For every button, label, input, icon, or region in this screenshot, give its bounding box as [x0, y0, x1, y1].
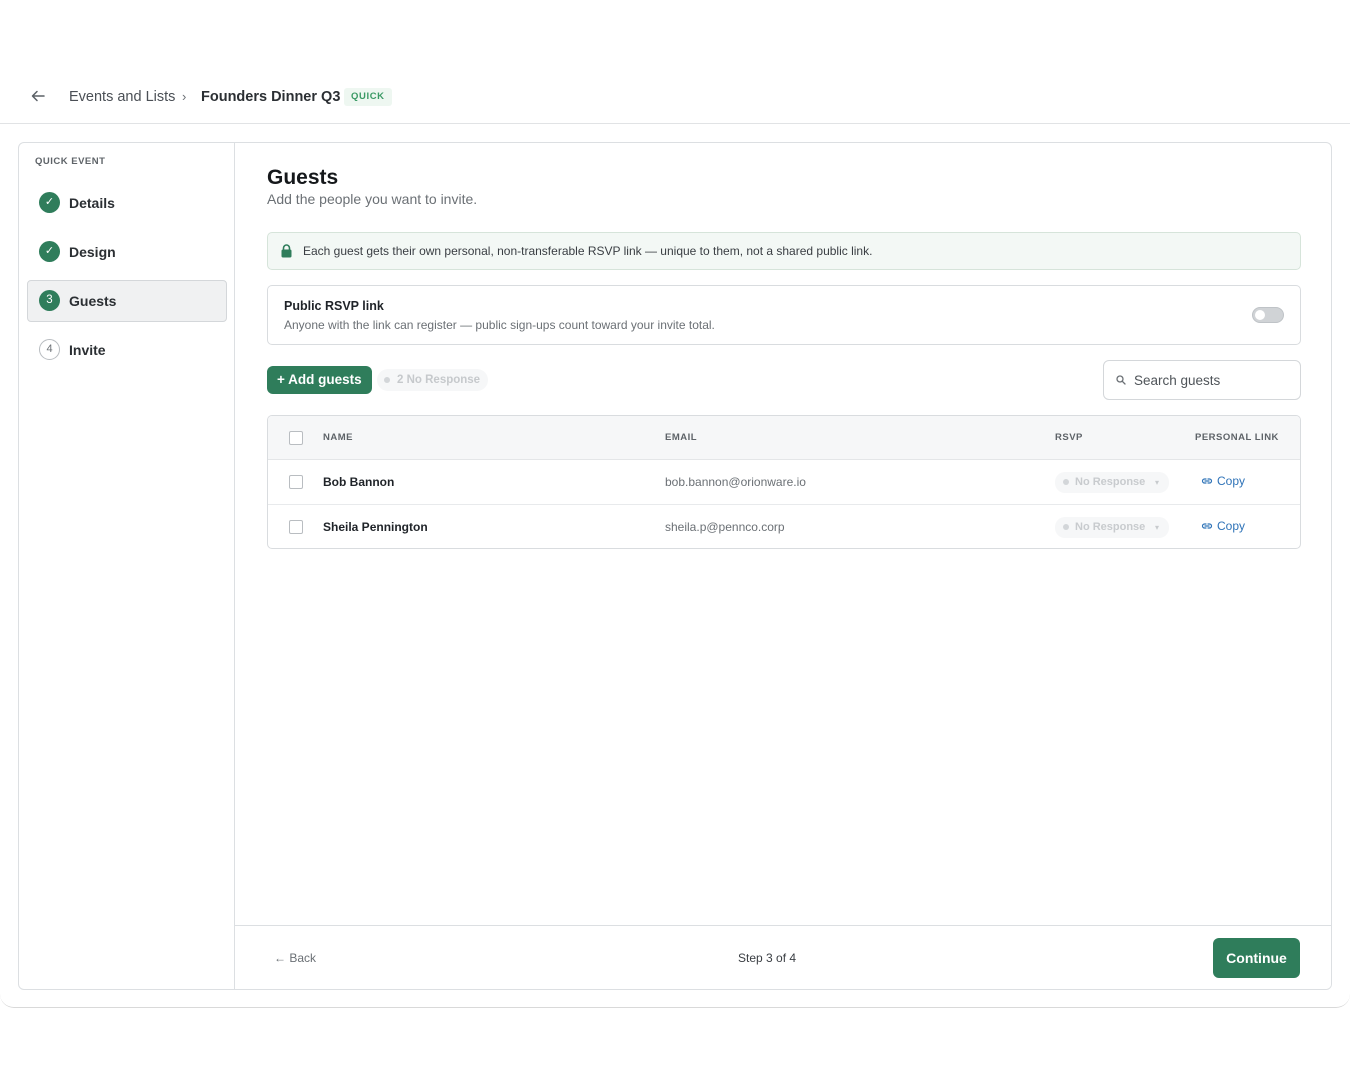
rsvp-status-dropdown[interactable]: No Response ▾: [1055, 517, 1169, 538]
status-dot-icon: [1063, 479, 1069, 485]
continue-button[interactable]: Continue: [1213, 938, 1300, 978]
public-rsvp-setting: Public RSVP link Anyone with the link ca…: [267, 285, 1301, 345]
check-icon: ✓: [39, 192, 60, 213]
toggle-knob: [1255, 310, 1265, 320]
search-input[interactable]: [1134, 370, 1294, 390]
step-label: Invite: [69, 342, 106, 358]
column-header-email: EMAIL: [665, 432, 698, 443]
rsvp-status-label: No Response: [1075, 521, 1146, 533]
chevron-down-icon: ▾: [1154, 523, 1159, 532]
search-icon: [1116, 375, 1126, 385]
column-header-personal-link: PERSONAL LINK: [1195, 432, 1279, 443]
table-row: Sheila Pennington sheila.p@pennco.corp N…: [268, 505, 1300, 548]
guest-email: sheila.p@pennco.corp: [665, 520, 785, 534]
table-header: NAME EMAIL RSVP PERSONAL LINK: [268, 416, 1300, 460]
step-number-icon: 3: [39, 290, 60, 311]
sidebar-step-guests[interactable]: 3 Guests: [27, 280, 227, 322]
column-header-rsvp: RSVP: [1055, 432, 1083, 443]
breadcrumb-separator-icon: ›: [182, 89, 187, 104]
select-all-checkbox[interactable]: [289, 431, 303, 445]
rsvp-status-label: No Response: [1075, 476, 1146, 488]
table-row: Bob Bannon bob.bannon@orionware.io No Re…: [268, 460, 1300, 505]
step-label: Guests: [69, 293, 117, 309]
guest-name: Sheila Pennington: [323, 520, 428, 534]
public-rsvp-description: Anyone with the link can register — publ…: [284, 318, 715, 332]
app-window: Events and Lists › Founders Dinner Q3 QU…: [0, 0, 1350, 1008]
row-checkbox[interactable]: [289, 520, 303, 534]
status-dot-icon: [384, 377, 390, 383]
back-arrow-icon[interactable]: [30, 88, 50, 106]
wizard-card: QUICK EVENT ✓ Details ✓ Design 3 Guests …: [18, 142, 1332, 990]
status-dot-icon: [1063, 524, 1069, 530]
copy-personal-link[interactable]: Copy: [1201, 474, 1245, 489]
check-icon: ✓: [39, 241, 60, 262]
personal-link-notice: Each guest gets their own personal, non-…: [267, 232, 1301, 270]
top-header: Events and Lists › Founders Dinner Q3 QU…: [0, 0, 1350, 124]
breadcrumb-current: Founders Dinner Q3: [201, 89, 341, 105]
rsvp-status-dropdown[interactable]: No Response ▾: [1055, 472, 1169, 493]
guest-name: Bob Bannon: [323, 475, 395, 489]
sidebar-step-design[interactable]: ✓ Design: [27, 231, 227, 273]
sidebar-title: QUICK EVENT: [35, 156, 106, 167]
search-box[interactable]: [1103, 360, 1301, 400]
breadcrumb-events-and-lists[interactable]: Events and Lists: [69, 88, 175, 106]
add-guests-button[interactable]: + Add guests: [267, 366, 372, 394]
column-header-name: NAME: [323, 432, 353, 443]
step-label: Design: [69, 244, 116, 260]
public-rsvp-title: Public RSVP link: [284, 299, 384, 313]
sidebar-step-details[interactable]: ✓ Details: [27, 182, 227, 224]
step-label: Details: [69, 195, 115, 211]
step-number-icon: 4: [39, 339, 60, 360]
guest-email: bob.bannon@orionware.io: [665, 475, 806, 489]
chevron-down-icon: ▾: [1154, 478, 1159, 487]
link-icon: [1201, 523, 1213, 529]
step-indicator: Step 3 of 4: [738, 951, 797, 965]
row-checkbox[interactable]: [289, 475, 303, 489]
public-rsvp-toggle[interactable]: [1252, 307, 1284, 323]
event-type-badge: QUICK: [344, 88, 392, 106]
page-title: Guests: [267, 166, 339, 189]
page-subtitle: Add the people you want to invite.: [267, 191, 478, 207]
guests-table: NAME EMAIL RSVP PERSONAL LINK Bob Bannon…: [267, 415, 1301, 549]
lock-icon: [281, 244, 292, 258]
link-icon: [1201, 478, 1213, 484]
wizard-sidebar: QUICK EVENT ✓ Details ✓ Design 3 Guests …: [19, 143, 235, 989]
no-response-filter[interactable]: 2 No Response: [377, 369, 489, 391]
filter-label: 2 No Response: [397, 374, 481, 386]
back-button[interactable]: ← Back: [274, 951, 316, 966]
notice-text: Each guest gets their own personal, non-…: [303, 244, 873, 258]
guests-panel: Guests Add the people you want to invite…: [235, 143, 1331, 989]
wizard-footer: ← Back Step 3 of 4 Continue: [235, 925, 1331, 989]
sidebar-step-invite[interactable]: 4 Invite: [27, 329, 227, 371]
copy-personal-link[interactable]: Copy: [1201, 519, 1245, 534]
